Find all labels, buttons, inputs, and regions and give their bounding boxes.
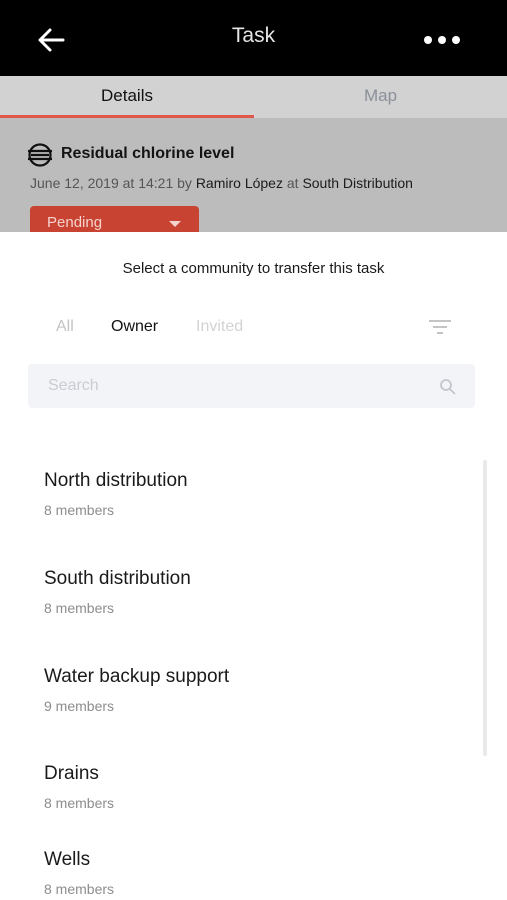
filter-invited[interactable]: Invited: [196, 318, 243, 336]
task-at: at: [286, 175, 299, 191]
sheet-title: Select a community to transfer this task: [122, 260, 385, 277]
community-name: North distribution: [44, 470, 188, 491]
filter-icon[interactable]: [428, 318, 452, 336]
filter-owner[interactable]: Owner: [111, 318, 158, 336]
task-by: by: [177, 175, 192, 191]
app-bar: Task: [0, 0, 507, 76]
community-members: 8 members: [44, 795, 115, 811]
caret-down-icon: [169, 221, 181, 227]
task-title: Residual chlorine level: [61, 145, 235, 162]
task-author: Ramiro López: [195, 175, 283, 191]
task-date: June 12, 2019 at 14:21: [30, 175, 174, 191]
community-members: 9 members: [44, 698, 115, 714]
search-input[interactable]: [28, 364, 428, 408]
community-name: South distribution: [44, 568, 191, 589]
transfer-sheet: Select a community to transfer this task…: [0, 232, 507, 900]
community-name: Wells: [44, 849, 91, 870]
tab-map[interactable]: Map: [254, 76, 507, 118]
search-box: [28, 364, 475, 408]
tab-details[interactable]: Details: [0, 76, 254, 118]
list-item-water-backup-support[interactable]: Water backup support 9 members: [0, 646, 480, 726]
search-icon[interactable]: [439, 378, 456, 395]
tab-bar: Details Map: [0, 76, 507, 118]
list-scrollbar[interactable]: [483, 460, 487, 756]
status-dropdown[interactable]: Pending: [30, 206, 199, 232]
task-location: South Distribution: [302, 175, 413, 191]
list-item-north-distribution[interactable]: North distribution 8 members: [0, 450, 480, 530]
community-members: 8 members: [44, 600, 115, 616]
community-name: Drains: [44, 763, 99, 784]
list-item-wells[interactable]: Wells 8 members: [0, 829, 480, 900]
list-item-drains[interactable]: Drains 8 members: [0, 743, 480, 823]
task-type-icon: [28, 143, 52, 167]
task-summary: Residual chlorine level June 12, 2019 at…: [0, 118, 507, 232]
status-label: Pending: [47, 214, 103, 231]
filter-all[interactable]: All: [56, 318, 74, 336]
community-members: 8 members: [44, 502, 115, 518]
list-item-south-distribution[interactable]: South distribution 8 members: [0, 548, 480, 628]
community-name: Water backup support: [44, 666, 230, 687]
task-meta: June 12, 2019 at 14:21 by Ramiro López a…: [30, 175, 413, 191]
community-members: 8 members: [44, 881, 115, 897]
more-horizontal-icon[interactable]: [422, 32, 462, 48]
